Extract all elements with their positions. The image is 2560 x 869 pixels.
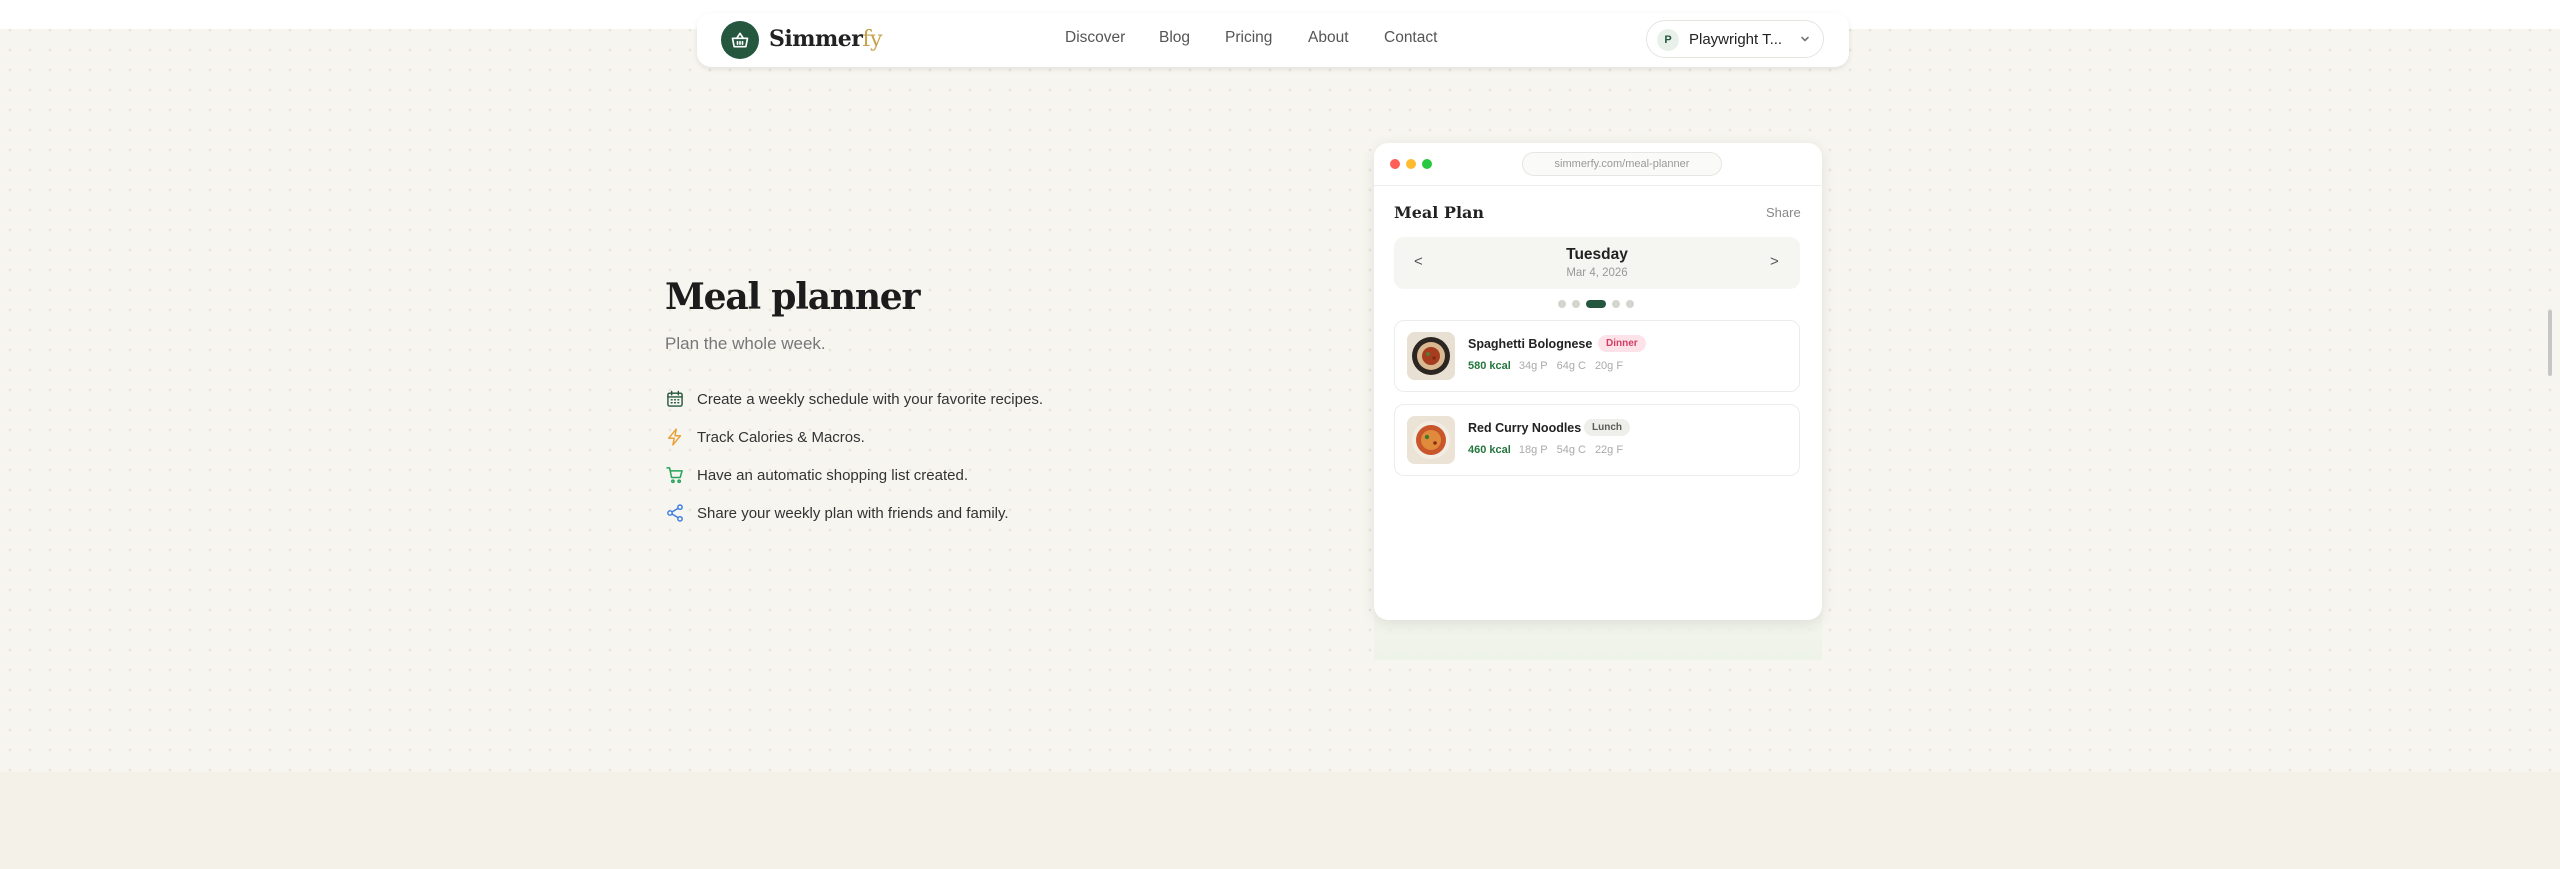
brand-logo[interactable]: Simmerfy (769, 26, 882, 52)
logo-badge[interactable] (721, 21, 759, 59)
carbs-value: 64g C (1556, 360, 1586, 372)
pager-dot[interactable] (1572, 300, 1580, 308)
meal-macros: 460 kcal 18g P 54g C 22g F (1468, 444, 1632, 456)
meal-plan-preview-window: simmerfy.com/meal-planner Meal Plan Shar… (1374, 143, 1822, 620)
pager-dot[interactable] (1626, 300, 1634, 308)
next-section-band (0, 772, 2560, 869)
day-navigator: < Tuesday Mar 4, 2026 > (1394, 237, 1800, 289)
user-name: Playwright T... (1689, 31, 1783, 48)
meal-name: Spaghetti Bolognese (1468, 337, 1593, 351)
basket-icon (731, 32, 749, 48)
fat-value: 22g F (1594, 444, 1624, 456)
feature-item: Have an automatic shopping list created. (665, 464, 968, 486)
protein-value: 34g P (1518, 360, 1548, 372)
meal-type-badge: Dinner (1598, 335, 1646, 352)
meal-card[interactable]: Red Curry Noodles Lunch 460 kcal 18g P 54g… (1394, 404, 1800, 476)
nav-link-pricing[interactable]: Pricing (1225, 29, 1272, 47)
chevron-down-icon (1801, 36, 1809, 42)
browser-chrome: simmerfy.com/meal-planner (1374, 143, 1822, 186)
feature-item: Create a weekly schedule with your favor… (665, 388, 1043, 410)
window-close-dot (1390, 159, 1400, 169)
lightning-icon (668, 428, 682, 446)
day-date: Mar 4, 2026 (1566, 267, 1628, 279)
feature-text: Share your weekly plan with friends and … (697, 504, 1009, 522)
avatar: P (1657, 29, 1679, 51)
brand-name-part-2: fy (862, 27, 882, 52)
page-scrollbar-thumb[interactable] (2548, 310, 2552, 376)
navbar: Simmerfy Discover Blog Pricing About Con… (697, 13, 1849, 67)
nav-link-contact[interactable]: Contact (1384, 29, 1437, 47)
nav-link-discover[interactable]: Discover (1065, 29, 1125, 47)
fat-value: 20g F (1594, 360, 1624, 372)
carbs-value: 54g C (1556, 444, 1586, 456)
calendar-icon (667, 390, 683, 407)
meal-plan-title: Meal Plan (1394, 203, 1485, 222)
pager-dot[interactable] (1558, 300, 1566, 308)
window-minimize-dot (1406, 159, 1416, 169)
meal-type-badge: Lunch (1584, 419, 1630, 436)
nav-link-blog[interactable]: Blog (1159, 29, 1190, 47)
brand-name-part-1: Simmer (769, 26, 863, 52)
pager-dot-active[interactable] (1586, 300, 1606, 308)
share-button[interactable]: Share (1766, 205, 1801, 220)
user-menu-button[interactable]: P Playwright T... (1646, 20, 1824, 58)
meal-name: Red Curry Noodles (1468, 421, 1582, 435)
meal-card[interactable]: Spaghetti Bolognese Dinner 580 kcal 34g P… (1394, 320, 1800, 392)
feature-text: Track Calories & Macros. (697, 428, 865, 446)
meal-photo (1407, 332, 1455, 380)
meal-macros: 580 kcal 34g P 64g C 20g F (1468, 360, 1632, 372)
page-title: Meal planner (665, 276, 920, 318)
feature-item: Track Calories & Macros. (665, 426, 865, 448)
meal-photo (1407, 416, 1455, 464)
calories-value: 460 kcal (1468, 444, 1511, 456)
feature-item: Share your weekly plan with friends and … (665, 502, 1009, 524)
page-subtitle: Plan the whole week. (665, 334, 826, 353)
nav-link-about[interactable]: About (1308, 29, 1349, 47)
feature-text: Create a weekly schedule with your favor… (697, 390, 1043, 408)
feature-text: Have an automatic shopping list created. (697, 466, 968, 484)
day-name: Tuesday (1566, 246, 1628, 263)
calories-value: 580 kcal (1468, 360, 1511, 372)
cart-icon (666, 467, 683, 484)
protein-value: 18g P (1518, 444, 1548, 456)
url-bar: simmerfy.com/meal-planner (1522, 152, 1722, 176)
share-icon (667, 504, 683, 522)
pager-dot[interactable] (1612, 300, 1620, 308)
next-day-button[interactable]: > (1770, 253, 1779, 270)
window-maximize-dot (1422, 159, 1432, 169)
